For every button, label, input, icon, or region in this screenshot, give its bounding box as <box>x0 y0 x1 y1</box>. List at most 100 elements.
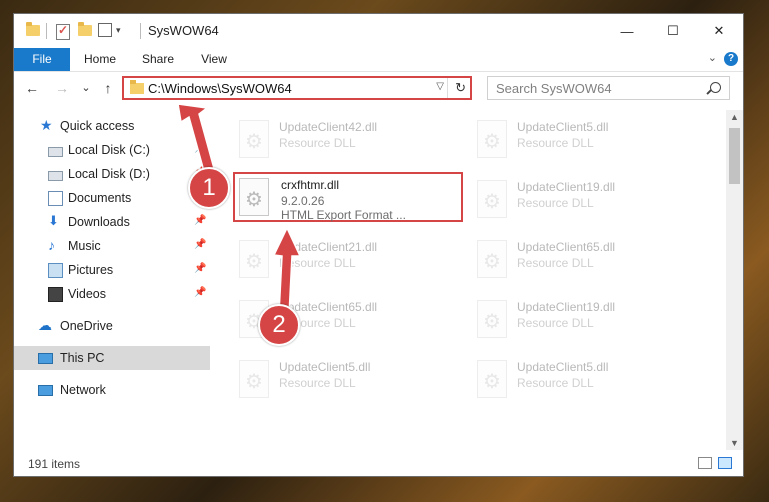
sidebar-item-label: Network <box>60 383 106 397</box>
close-button[interactable]: ✕ <box>696 14 742 48</box>
sidebar-item-label: Local Disk (D:) <box>68 167 150 181</box>
file-name: UpdateClient21.dll <box>279 240 378 254</box>
scrollbar-thumb[interactable] <box>729 128 740 184</box>
network-icon <box>38 385 53 396</box>
file-name: UpdateClient5.dll <box>517 120 609 134</box>
file-name: UpdateClient65.dll <box>517 240 616 254</box>
tab-share[interactable]: Share <box>134 48 182 71</box>
dll-file-icon: ⚙ <box>239 120 271 160</box>
back-button[interactable]: ← <box>22 78 42 98</box>
chevron-down-icon[interactable]: ▽ <box>436 81 444 92</box>
address-bar[interactable]: C:\Windows\SysWOW64 ▽ ↻ <box>122 76 472 100</box>
file-name: crxfhtmr.dll <box>281 178 340 192</box>
documents-icon <box>48 191 63 206</box>
explorer-window: ▾ SysWOW64 — ☐ ✕ File Home Share View ⌄ … <box>14 14 743 476</box>
sidebar-item-pictures[interactable]: Pictures 📌 <box>14 258 210 282</box>
rename-icon[interactable] <box>98 23 112 37</box>
search-input[interactable]: Search SysWOW64 <box>487 76 730 100</box>
sidebar-item-quick-access[interactable]: ★ Quick access <box>14 114 210 138</box>
title-separator <box>46 23 47 39</box>
sidebar-item-label: This PC <box>60 351 105 365</box>
folder-icon <box>130 80 144 94</box>
search-placeholder: Search SysWOW64 <box>496 81 612 96</box>
file-type: Resource DLL <box>517 256 594 270</box>
file-type: Resource DLL <box>517 316 594 330</box>
step-badge-2: 2 <box>258 304 300 346</box>
sidebar-item-label: Pictures <box>68 263 114 277</box>
computer-icon <box>38 353 53 364</box>
vertical-scrollbar[interactable]: ▲ ▼ <box>726 110 743 450</box>
file-item[interactable]: ⚙ UpdateClient5.dll Resource DLL <box>471 114 701 164</box>
sidebar-item-downloads[interactable]: ⬇ Downloads 📌 <box>14 210 210 234</box>
dll-file-icon: ⚙ <box>477 360 509 400</box>
sidebar-item-documents[interactable]: Documents 📌 <box>14 186 210 210</box>
file-item[interactable]: ⚙ UpdateClient19.dll Resource DLL <box>471 174 701 224</box>
tab-view[interactable]: View <box>190 48 238 71</box>
file-name: UpdateClient5.dll <box>517 360 609 374</box>
star-icon: ★ <box>40 117 53 133</box>
tab-home[interactable]: Home <box>76 48 124 71</box>
properties-icon[interactable] <box>56 23 70 40</box>
folder-icon <box>26 22 40 36</box>
sidebar-item-label: Documents <box>68 191 132 205</box>
scroll-down-icon[interactable]: ▼ <box>730 438 739 448</box>
ribbon-tabs: File Home Share View ⌄ ? <box>14 48 743 72</box>
file-type: Resource DLL <box>517 196 594 210</box>
file-type: Resource DLL <box>279 136 356 150</box>
file-item[interactable]: ⚙ UpdateClient65.dll Resource DLL <box>471 234 701 284</box>
sidebar-item-this-pc[interactable]: This PC <box>14 346 210 370</box>
sidebar-item-music[interactable]: ♪ Music 📌 <box>14 234 210 258</box>
file-description: HTML Export Format ... <box>281 208 406 222</box>
recent-locations-button[interactable]: ⌄ <box>76 78 96 98</box>
details-view-icon[interactable] <box>698 457 712 469</box>
file-item[interactable]: ⚙ UpdateClient5.dll Resource DLL <box>233 354 463 404</box>
tab-file[interactable]: File <box>14 48 70 71</box>
up-button[interactable]: ↑ <box>98 78 118 98</box>
disk-icon <box>48 147 63 157</box>
forward-button[interactable]: → <box>52 78 72 98</box>
sidebar-item-network[interactable]: Network <box>14 378 210 402</box>
tiles-view-icon[interactable] <box>718 457 732 469</box>
title-separator-2 <box>140 23 141 39</box>
navigation-bar: ← → ⌄ ↑ C:\Windows\SysWOW64 ▽ ↻ Search S… <box>14 72 743 104</box>
pin-icon: 📌 <box>194 215 207 226</box>
file-item[interactable]: ⚙ UpdateClient5.dll Resource DLL <box>471 354 701 404</box>
new-folder-icon[interactable] <box>78 22 92 36</box>
dll-file-icon: ⚙ <box>239 178 271 218</box>
sidebar-item-onedrive[interactable]: ☁ OneDrive <box>14 314 210 338</box>
maximize-button[interactable]: ☐ <box>650 14 696 48</box>
file-item-highlighted[interactable]: ⚙ crxfhtmr.dll 9.2.0.26 HTML Export Form… <box>233 172 463 222</box>
sidebar-item-videos[interactable]: Videos 📌 <box>14 282 210 306</box>
minimize-button[interactable]: — <box>604 14 650 48</box>
ribbon-expand-icon[interactable]: ⌄ <box>708 51 717 64</box>
address-text[interactable]: C:\Windows\SysWOW64 <box>148 81 292 96</box>
sidebar-item-local-disk-c[interactable]: Local Disk (C:) 📌 <box>14 138 210 162</box>
sidebar-item-label: Downloads <box>68 215 130 229</box>
sidebar-item-local-disk-d[interactable]: Local Disk (D:) 📌 <box>14 162 210 186</box>
address-separator <box>447 78 448 98</box>
window-title: SysWOW64 <box>148 23 219 38</box>
file-name: UpdateClient42.dll <box>279 120 378 134</box>
file-type: Resource DLL <box>517 136 594 150</box>
file-name: UpdateClient5.dll <box>279 360 371 374</box>
pin-icon: 📌 <box>194 143 207 154</box>
music-icon: ♪ <box>48 237 55 253</box>
help-icon[interactable]: ? <box>724 52 738 66</box>
file-item[interactable]: ⚙ UpdateClient21.dll Resource DLL <box>233 234 463 284</box>
search-icon[interactable] <box>710 82 721 93</box>
file-item[interactable]: ⚙ UpdateClient42.dll Resource DLL <box>233 114 463 164</box>
file-version: 9.2.0.26 <box>281 194 325 208</box>
refresh-icon[interactable]: ↻ <box>455 80 466 96</box>
file-item[interactable]: ⚙ UpdateClient19.dll Resource DLL <box>471 294 701 344</box>
disk-icon <box>48 171 63 181</box>
item-count: 191 items <box>28 457 81 471</box>
scroll-up-icon[interactable]: ▲ <box>730 112 739 122</box>
pin-icon: 📌 <box>194 287 207 298</box>
dll-file-icon: ⚙ <box>477 240 509 280</box>
sidebar-item-label: OneDrive <box>60 319 113 333</box>
customize-toolbar-icon[interactable]: ▾ <box>116 25 121 41</box>
sidebar-item-label: Videos <box>68 287 106 301</box>
sidebar-item-label: Local Disk (C:) <box>68 143 150 157</box>
cloud-icon: ☁ <box>38 317 52 333</box>
pin-icon: 📌 <box>194 239 207 250</box>
